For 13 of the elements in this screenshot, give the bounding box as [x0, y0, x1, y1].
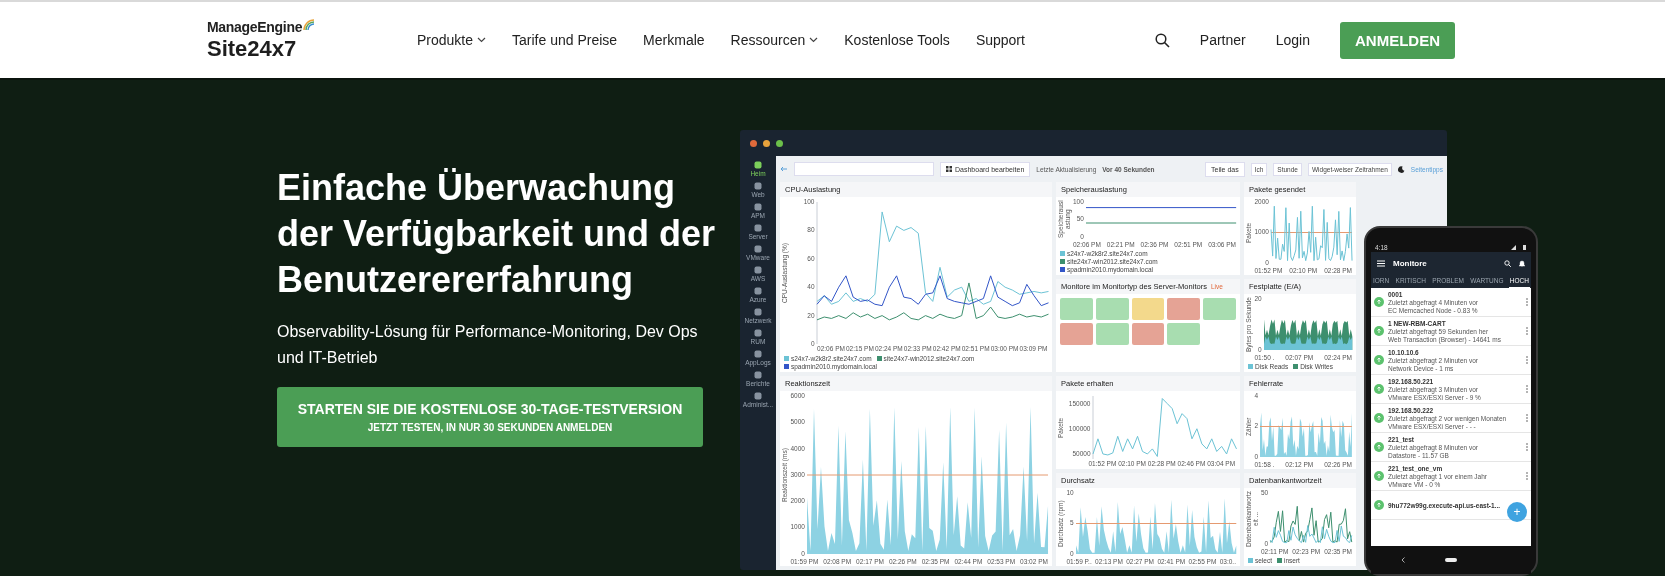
screen-title: Monitore	[1393, 258, 1427, 268]
nav-link[interactable]: Ressourcen	[730, 32, 819, 48]
logo-text: ManageEngine	[207, 18, 303, 35]
logo-text: Site24x7	[207, 35, 298, 62]
nav-link[interactable]: Kostenlose Tools	[844, 32, 950, 48]
nav-link[interactable]: Support	[975, 32, 1025, 48]
nav-link[interactable]: Merkmale	[643, 32, 705, 48]
nav-link[interactable]: Produkte	[417, 32, 487, 48]
hero-heading: Einfache Überwachung der Verfügbarkeit und der Benutzerererfahrung	[277, 166, 717, 302]
nav-link[interactable]: Partner	[1199, 32, 1246, 48]
nav-link[interactable]: Tarife und Preise	[512, 32, 618, 48]
nav-link[interactable]: Login	[1275, 32, 1310, 48]
hero-subtitle: Observability-Lösung für Performance-Monitoring, Dev Ops und IT-Betrieb	[277, 322, 699, 368]
